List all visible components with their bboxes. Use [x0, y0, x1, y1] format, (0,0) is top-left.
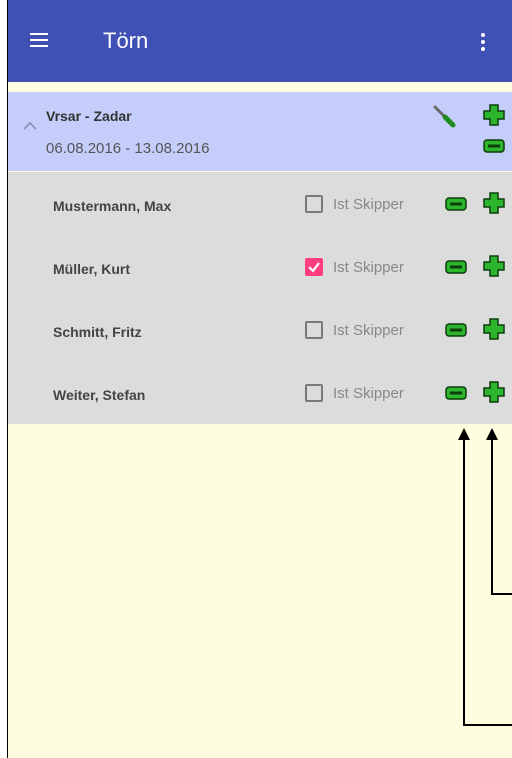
- app-frame: Törn Vrsar - Zadar 06.08.2016 - 13.08.20…: [7, 0, 512, 758]
- annotation-arrows: [458, 428, 512, 726]
